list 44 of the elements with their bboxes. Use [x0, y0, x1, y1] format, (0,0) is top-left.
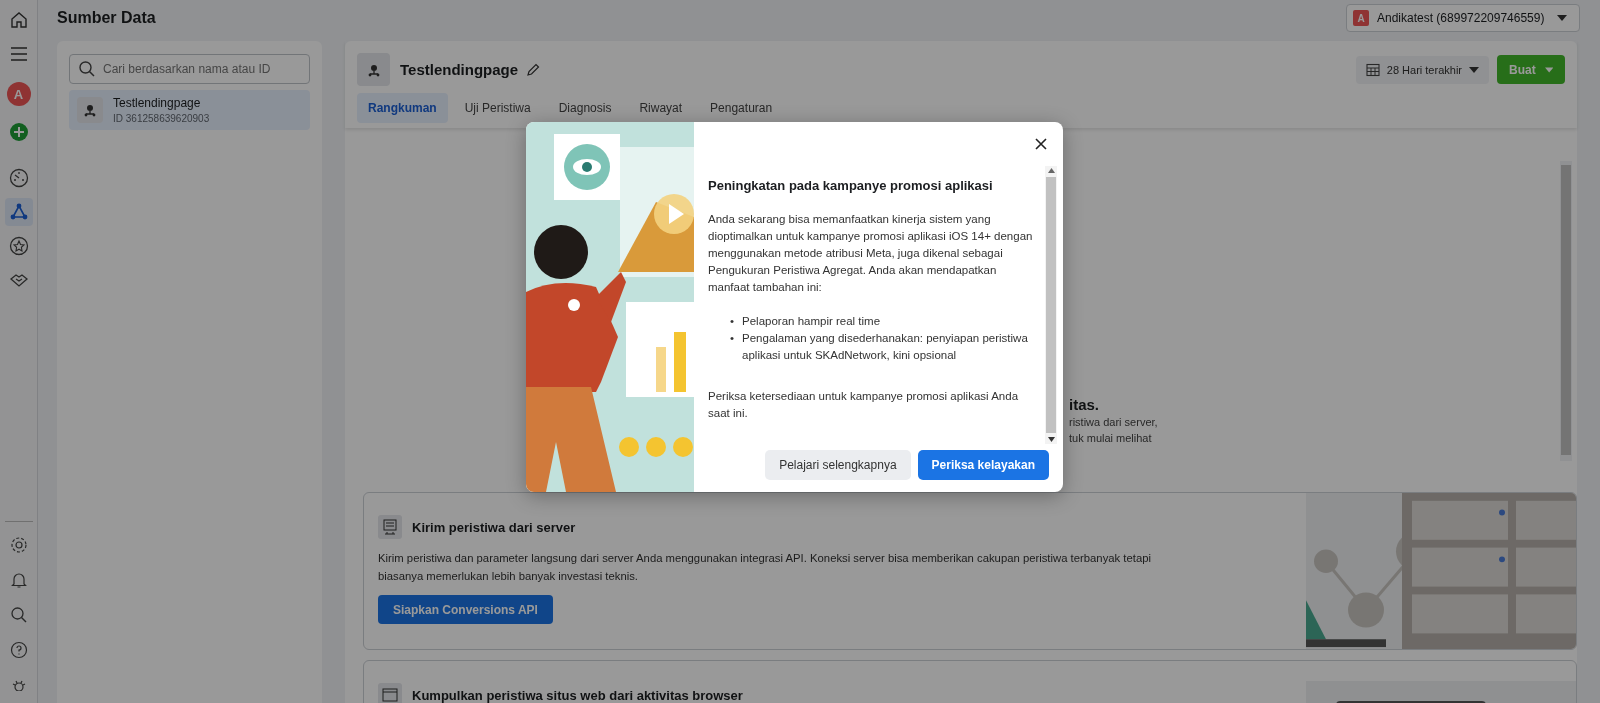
tab[interactable]: Riwayat: [628, 93, 694, 123]
tab[interactable]: Uji Peristiwa: [453, 93, 542, 123]
avatar-initial[interactable]: A: [6, 82, 31, 106]
scroll-down-icon[interactable]: [1047, 437, 1055, 442]
source-id: ID 361258639620903: [113, 113, 210, 124]
server-icon: [378, 515, 402, 539]
dialog-text: Anda sekarang bisa memanfaatkan kinerja sistem yang dioptimalkan untuk kampanye promosi aplikasi iOS 14+ dengan menggunakan metode atribusi Meta, juga dikenal sebagai Pengukuran Peristiwa Agregat. Anda akan mendapatkan manfaat tambahan ini:: [708, 212, 1034, 295]
learn-more-button[interactable]: Pelajari selengkapnya: [765, 450, 911, 480]
bullet-mark: •: [730, 331, 735, 346]
section-text: ristiwa dari server,: [1069, 415, 1159, 430]
browser-window-icon: [378, 683, 402, 703]
benefit-item: Pengalaman yang disederhanakan: penyiapan peristiwa aplikasi untuk SKAdNetwork, kini opsional: [742, 331, 1029, 363]
search-field[interactable]: Cari berdasarkan nama atau ID: [69, 54, 310, 84]
section-text: tuk mulai melihat: [1069, 431, 1153, 446]
calendar-icon: [1365, 62, 1380, 77]
caret-icon: [1557, 15, 1567, 21]
network-icon[interactable]: [4, 198, 33, 226]
source-title: Testlendingpage: [400, 61, 519, 78]
card-title: Kumpulkan peristiwa situs web dari aktivitas browser: [412, 687, 743, 703]
source-name: Testlendingpage: [113, 96, 202, 110]
setup-api-button[interactable]: Siapkan Conversions API: [378, 595, 553, 624]
card-title: Kirim peristiwa dari server: [412, 519, 576, 535]
account-selector[interactable]: A Andikatest (689972209746559): [1346, 4, 1580, 32]
benefit-item: Pelaporan hampir real time: [742, 314, 881, 329]
bullet-mark: •: [730, 314, 735, 329]
pencil-icon[interactable]: [526, 62, 541, 77]
plus-icon[interactable]: [8, 122, 29, 142]
scrollbar[interactable]: [1045, 166, 1057, 444]
search-icon: [78, 60, 96, 78]
section-heading: itas.: [1069, 396, 1100, 414]
dialog-text: Periksa ketersediaan untuk kampanye promosi aplikasi Anda saat ini.: [708, 389, 1020, 421]
tab[interactable]: Diagnosis: [547, 93, 623, 123]
caret-icon: [1544, 66, 1553, 73]
tab[interactable]: Rangkuman: [357, 93, 448, 123]
card-description: Kirim peristiwa dan parameter langsung dari server Anda menggunakan integrasi API. Koneksi server bisa memberikan cakupan peristiwa terbanyak tetapi biasanya memerlukan lebih banyak investasi teknis.: [378, 551, 1152, 584]
data-source-item[interactable]: Testlendingpage ID 361258639620903: [69, 90, 310, 130]
date-range-dropdown[interactable]: 28 Hari terakhir: [1355, 55, 1489, 84]
tab[interactable]: Pengaturan: [699, 93, 784, 123]
dialog-title: Peningkatan pada kampanye promosi aplikasi: [708, 178, 994, 193]
caret-icon: [1469, 66, 1479, 73]
scrollbar[interactable]: [1560, 161, 1572, 461]
page-title: Sumber Data: [57, 9, 157, 27]
scroll-up-icon[interactable]: [1047, 168, 1055, 173]
check-eligibility-button[interactable]: Periksa kelayakan: [917, 450, 1049, 480]
